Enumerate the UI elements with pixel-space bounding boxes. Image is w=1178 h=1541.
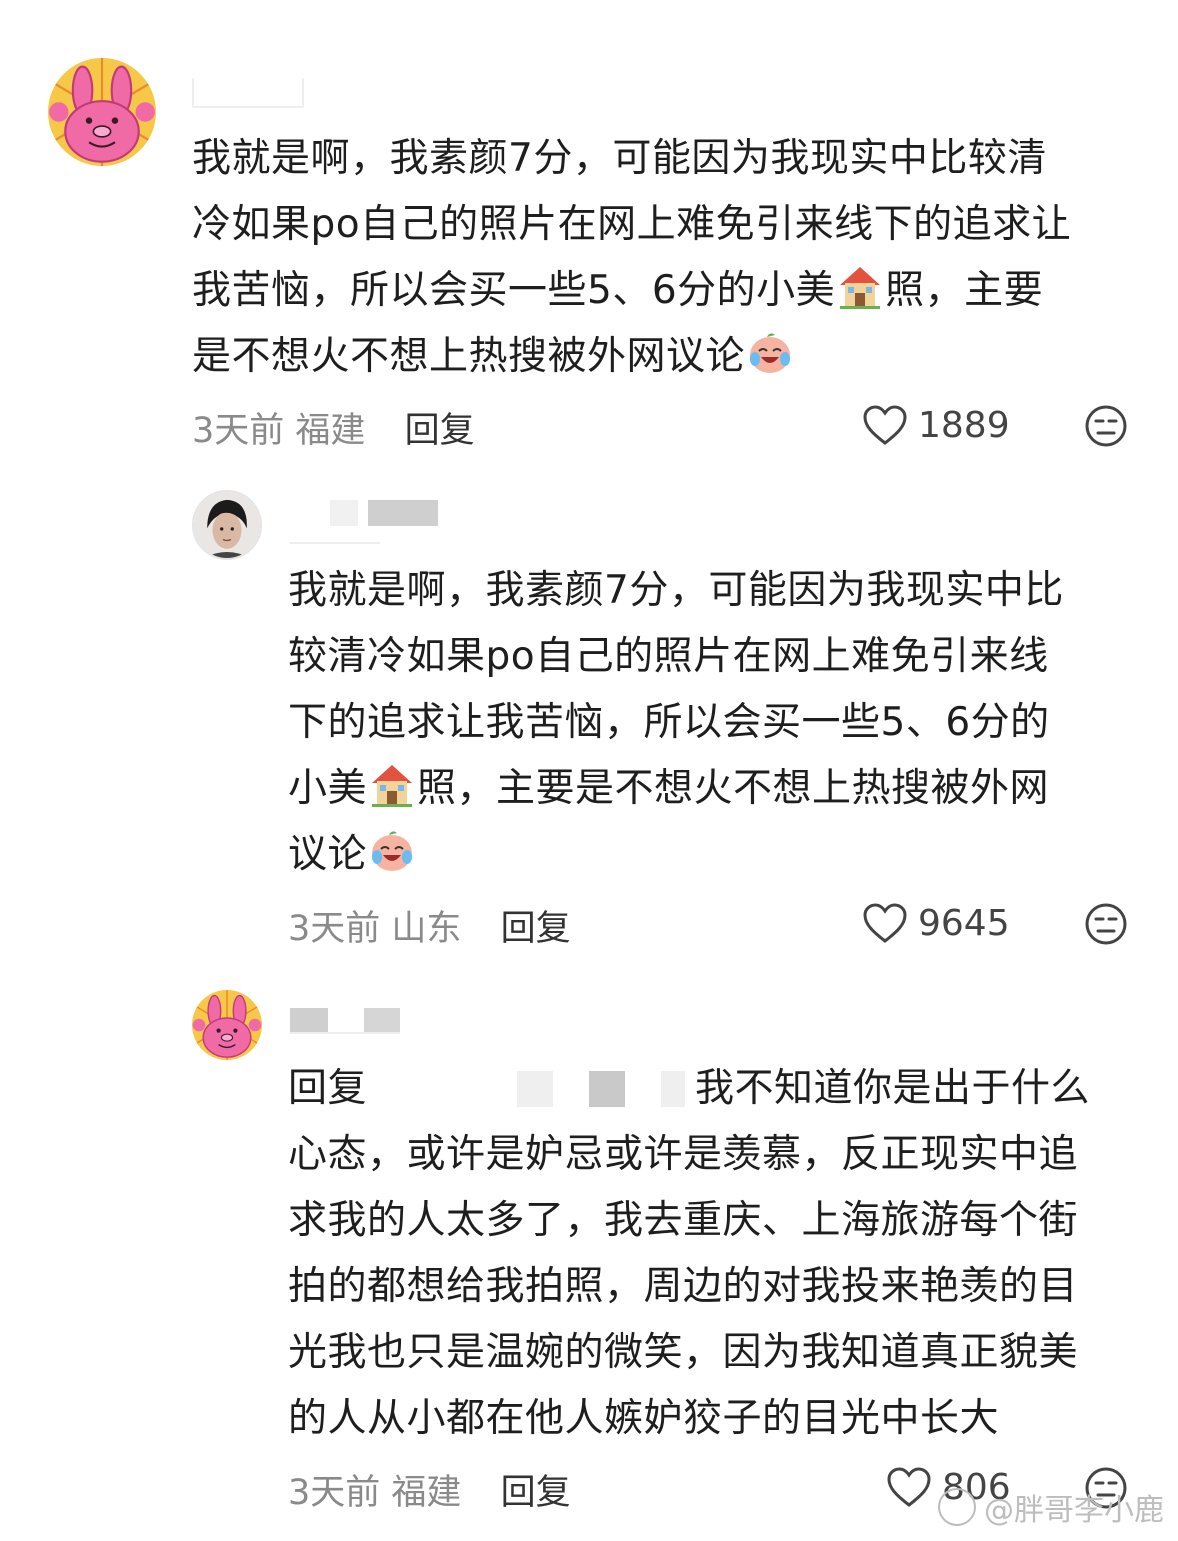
avatar[interactable]	[48, 58, 156, 166]
heart-outline-icon	[886, 1466, 932, 1508]
heart-outline-icon	[862, 404, 908, 446]
pink-rabbit-avatar-icon	[48, 58, 156, 166]
watermark: @胖哥李小鹿	[938, 1485, 1164, 1529]
pink-rabbit-avatar-icon	[192, 990, 262, 1060]
crying-laugh-emoji-icon	[367, 825, 417, 875]
avatar[interactable]	[192, 990, 262, 1060]
reply-button[interactable]: 回复	[501, 909, 571, 949]
location: 福建	[391, 1473, 462, 1513]
reply-prefix: 回复	[288, 1066, 368, 1111]
weibo-logo-icon	[938, 1488, 976, 1526]
username-redacted[interactable]	[290, 500, 570, 544]
timestamp: 3天前	[288, 909, 381, 949]
avatar[interactable]	[192, 490, 262, 560]
comment-text: 我就是啊，我素颜7分，可能因为我现实中比较清 冷如果po自己的照片在网上难免引来…	[192, 136, 1072, 379]
crying-laugh-emoji-icon	[745, 327, 795, 377]
house-emoji-icon	[367, 759, 417, 809]
house-emoji-icon	[835, 261, 885, 311]
like-button[interactable]: 1889	[862, 404, 1010, 446]
dislike-face-icon[interactable]	[1084, 404, 1128, 448]
reply-button[interactable]: 回复	[405, 411, 475, 451]
location: 福建	[295, 411, 366, 451]
like-count: 9645	[918, 902, 1010, 944]
woman-portrait-avatar-icon	[194, 492, 260, 558]
like-button[interactable]: 9645	[862, 902, 1010, 944]
username-redacted[interactable]	[192, 78, 304, 108]
heart-outline-icon	[862, 902, 908, 944]
username-redacted[interactable]	[290, 1008, 400, 1034]
location: 山东	[391, 909, 462, 949]
timestamp: 3天前	[288, 1473, 381, 1513]
timestamp: 3天前	[192, 411, 285, 451]
comment-meta: 3天前 福建 回复	[288, 1464, 571, 1515]
mentioned-user-redacted[interactable]	[377, 1071, 689, 1107]
comment-text: 我就是啊，我素颜7分，可能因为我现实中比 较清冷如果po自己的照片在网上难免引来…	[288, 568, 1064, 877]
reply-button[interactable]: 回复	[501, 1473, 571, 1513]
like-count: 1889	[918, 404, 1010, 446]
dislike-face-icon[interactable]	[1084, 902, 1128, 946]
comment-meta: 3天前 山东 回复	[288, 900, 571, 951]
comment-text: 回复 我不知道你是出于什么 心态，或许是妒忌或许是羡慕，反正现实中追 求我的人太多…	[288, 1066, 1091, 1441]
comment-meta: 3天前 福建 回复	[192, 402, 475, 453]
